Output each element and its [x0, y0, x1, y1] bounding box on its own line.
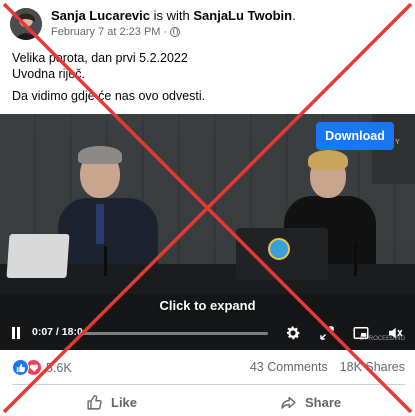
- post-header: Sanja Lucarevic is with SanjaLu Twobin. …: [10, 6, 296, 42]
- author-line: Sanja Lucarevic is with SanjaLu Twobin.: [51, 8, 296, 24]
- laptop-sticker: [268, 238, 290, 260]
- progress-bar[interactable]: [80, 332, 268, 335]
- share-label: Share: [305, 395, 342, 410]
- time-separator: /: [53, 326, 62, 338]
- fullscreen-icon[interactable]: [318, 324, 336, 342]
- share-button[interactable]: Share: [280, 394, 341, 411]
- speaker-man-hair: [78, 146, 122, 164]
- progress-fill: [80, 332, 82, 335]
- reaction-count[interactable]: 5.6K: [46, 361, 72, 375]
- reactions-summary[interactable]: 5.6K: [12, 359, 72, 376]
- share-arrow-icon: [281, 396, 296, 409]
- like-label: Like: [111, 395, 138, 410]
- post-text-line: Velika porota, dan prvi 5.2.2022: [12, 51, 188, 65]
- author-block: Sanja Lucarevic is with SanjaLu Twobin. …: [51, 8, 296, 40]
- globe-icon[interactable]: [170, 27, 181, 37]
- post-date[interactable]: February 7 at 2:23 PM: [51, 24, 160, 40]
- gear-icon[interactable]: [284, 324, 302, 342]
- comments-count[interactable]: 43 Comments: [250, 360, 328, 374]
- current-time: 0:07: [32, 326, 54, 338]
- post-meta: February 7 at 2:23 PM ·: [51, 24, 296, 40]
- video-overlay-tag: Y: [395, 139, 400, 146]
- microphone: [104, 246, 107, 276]
- post-stats: 5.6K 43 Comments 18K Shares: [12, 358, 405, 378]
- post-text-line: Da vidimo gdje će nas ovo odvesti.: [12, 89, 206, 103]
- author-avatar[interactable]: [10, 8, 42, 40]
- thumbs-up-icon: [87, 395, 102, 410]
- picture-in-picture-icon[interactable]: [352, 324, 370, 342]
- post-body: Velika porota, dan prvi 5.2.2022 Uvodna …: [12, 50, 205, 104]
- stats-divider: [12, 384, 405, 385]
- like-reaction-icon: [12, 359, 29, 376]
- tagged-user[interactable]: SanjaLu Twobin: [193, 8, 292, 23]
- with-text: is with: [153, 8, 190, 23]
- speaker-man-tie: [96, 204, 104, 244]
- author-name[interactable]: Sanja Lucarevic: [51, 8, 150, 23]
- like-button[interactable]: Like: [86, 394, 137, 411]
- video-laptop-left: [6, 234, 70, 278]
- speaker-woman-hair: [308, 150, 348, 170]
- post-actions: Like Share: [0, 388, 415, 416]
- pause-icon[interactable]: [11, 327, 21, 339]
- download-button[interactable]: Download: [316, 122, 394, 150]
- video-time: 0:07 / 18:0: [32, 326, 83, 338]
- shares-count[interactable]: 18K Shares: [340, 360, 405, 374]
- expand-label[interactable]: Click to expand: [0, 298, 415, 313]
- meta-separator: ·: [163, 26, 168, 38]
- volume-icon[interactable]: [386, 324, 404, 342]
- video-controls: 0:07 / 18:0: [0, 318, 415, 348]
- microphone: [354, 242, 357, 276]
- engagement-counts: 43 Comments 18K Shares: [250, 360, 405, 374]
- period: .: [292, 8, 296, 23]
- post-text-line: Uvodna riječ.: [12, 67, 85, 81]
